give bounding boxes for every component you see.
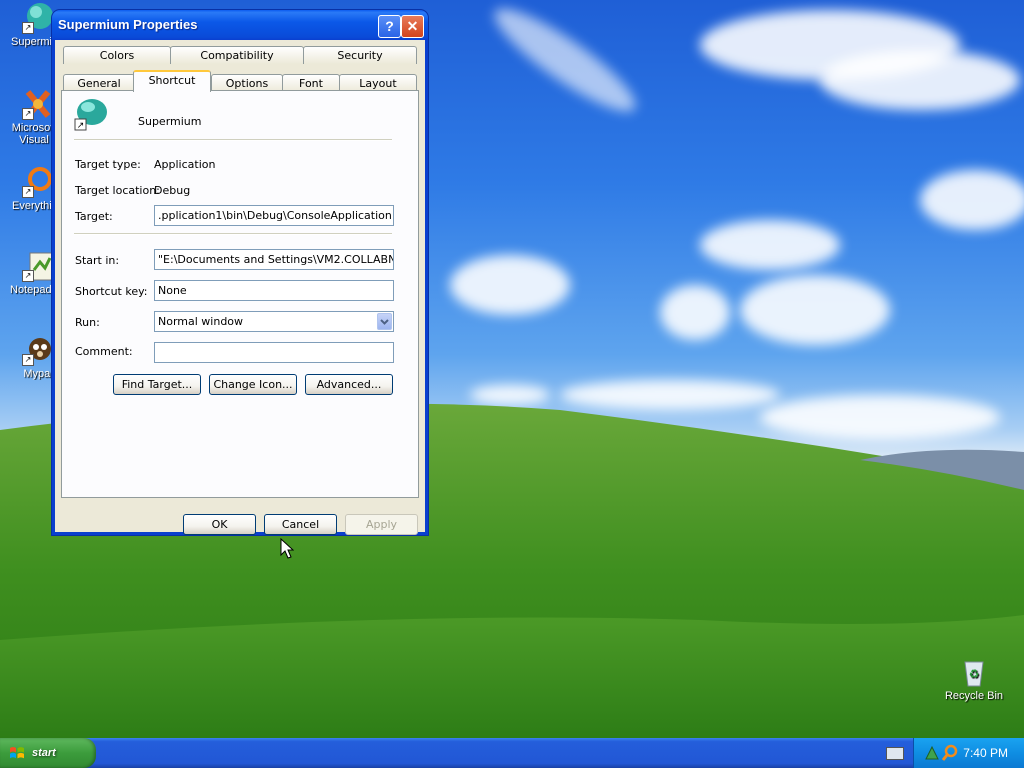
target-type-value: Application — [154, 158, 216, 171]
target-label: Target: — [75, 210, 113, 223]
tab-label: Options — [225, 77, 269, 90]
run-select[interactable]: Normal window — [154, 311, 394, 332]
svg-text:♻: ♻ — [969, 667, 980, 681]
dialog-title: Supermium Properties — [58, 17, 198, 32]
dropdown-arrow-icon[interactable] — [377, 313, 392, 330]
supermium-icon: ↗ — [22, 2, 54, 34]
separator — [74, 139, 392, 141]
tab-label: Compatibility — [200, 49, 274, 62]
target-location-label: Target location: — [75, 184, 160, 197]
mouse-cursor-icon — [280, 538, 294, 559]
system-tray: 7:40 PM — [913, 738, 1024, 768]
tab-colors[interactable]: Colors — [63, 46, 171, 64]
app-name: Supermium — [138, 115, 202, 128]
recycle-bin-icon: ♻ — [958, 656, 990, 688]
cancel-button[interactable]: Cancel — [264, 514, 337, 535]
shortcut-arrow-icon: ↗ — [22, 270, 34, 282]
start-in-label: Start in: — [75, 254, 120, 267]
tab-label: Colors — [99, 49, 135, 62]
cloud — [820, 50, 1020, 110]
comment-input[interactable] — [154, 342, 394, 363]
run-selected-value: Normal window — [158, 315, 244, 328]
clock[interactable]: 7:40 PM — [963, 746, 1008, 760]
desktop-icon-label: Recycle Bin — [944, 690, 1004, 702]
target-location-value: Debug — [154, 184, 191, 197]
cloud — [920, 170, 1024, 230]
shortcut-arrow-icon: ↗ — [22, 108, 34, 120]
help-button[interactable]: ? — [378, 15, 401, 38]
ok-button[interactable]: OK — [183, 514, 256, 535]
target-input[interactable]: .pplication1\bin\Debug\ConsoleApplicatio… — [154, 205, 394, 226]
run-label: Run: — [75, 316, 100, 329]
tab-label: General — [77, 77, 121, 90]
cloud — [483, 0, 647, 126]
windows-flag-icon — [10, 747, 24, 759]
desktop-icon-label: Notepad++ — [10, 284, 56, 296]
tab-label: Font — [299, 77, 323, 90]
network-icon[interactable] — [924, 745, 940, 761]
start-in-input[interactable]: "E:\Documents and Settings\VM2.COLLABNET… — [154, 249, 394, 270]
shortcut-arrow-icon: ↗ — [22, 186, 34, 198]
taskbar: start 7:40 PM — [0, 738, 1024, 768]
change-icon-button[interactable]: Change Icon... — [209, 374, 297, 395]
close-icon: ✕ — [406, 18, 419, 34]
target-type-label: Target type: — [75, 158, 141, 171]
start-label: start — [32, 747, 56, 759]
comment-label: Comment: — [75, 345, 133, 358]
start-button[interactable]: start — [0, 738, 96, 768]
notepad-icon: ↗ — [22, 250, 54, 282]
svg-text:↗: ↗ — [77, 121, 85, 131]
shortcut-tab-panel: ↗ Supermium Target type: Application Tar… — [61, 90, 419, 498]
cloud — [700, 220, 840, 270]
title-bar[interactable]: Supermium Properties ? ✕ — [52, 10, 428, 40]
app-icon: ↗ — [74, 97, 108, 131]
close-button[interactable]: ✕ — [401, 15, 424, 38]
tab-label: Security — [337, 49, 383, 62]
visual-studio-icon: ↗ — [22, 88, 54, 120]
mypal-icon: ↗ — [22, 334, 54, 366]
tab-security[interactable]: Security — [303, 46, 417, 64]
search-icon[interactable] — [942, 744, 958, 762]
cloud — [450, 255, 570, 315]
cloud — [740, 275, 890, 345]
desktop-icon-recycle-bin[interactable]: ♻ Recycle Bin — [936, 656, 1012, 702]
help-icon: ? — [385, 18, 394, 34]
properties-dialog: Supermium Properties ? ✕ Colors Compatib… — [52, 10, 428, 535]
dialog-client-area: Colors Compatibility Security General Sh… — [55, 40, 425, 535]
shortcut-key-input[interactable]: None — [154, 280, 394, 301]
apply-button[interactable]: Apply — [345, 514, 418, 535]
shortcut-arrow-icon: ↗ — [22, 22, 34, 34]
shortcut-arrow-icon: ↗ — [22, 354, 34, 366]
tab-compatibility[interactable]: Compatibility — [170, 46, 304, 64]
cloud — [660, 285, 730, 340]
everything-search-icon: ↗ — [22, 166, 54, 198]
tab-label: Layout — [359, 77, 397, 90]
tab-label: Shortcut — [148, 74, 196, 87]
shortcut-key-label: Shortcut key: — [75, 285, 148, 298]
advanced-button[interactable]: Advanced... — [305, 374, 393, 395]
keyboard-icon[interactable] — [886, 747, 904, 760]
separator — [74, 233, 392, 235]
tab-shortcut[interactable]: Shortcut — [133, 70, 211, 92]
find-target-button[interactable]: Find Target... — [113, 374, 201, 395]
